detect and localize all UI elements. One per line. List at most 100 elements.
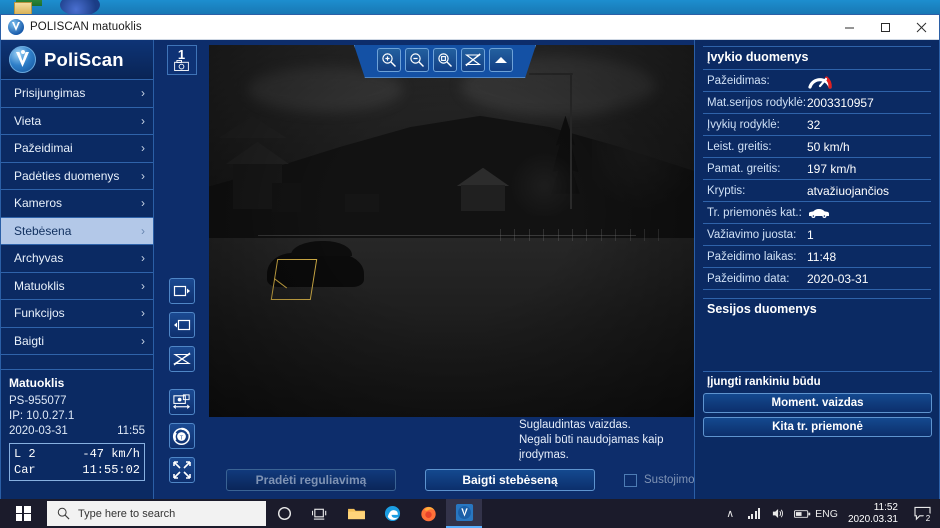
taskbar-clock[interactable]: 11:52 2020.03.31	[840, 502, 906, 526]
fullscreen-icon[interactable]	[168, 457, 195, 483]
sidebar-item-label: Funkcijos	[14, 306, 65, 321]
device-ip: IP: 10.0.27.1	[9, 410, 75, 422]
sidebar-item-baigti[interactable]: Baigti ›	[1, 327, 153, 355]
readout-speed: -47 km/h	[82, 447, 140, 461]
windows-logo-icon	[15, 506, 31, 521]
sidebar-item-label: Vieta	[14, 113, 42, 128]
zoom-out-icon[interactable]	[405, 48, 429, 72]
next-vehicle-button[interactable]: Kita tr. priemonė	[703, 417, 932, 437]
event-label: Leist. greitis:	[707, 140, 772, 153]
search-icon	[57, 507, 70, 520]
maximize-button[interactable]	[867, 15, 903, 40]
desktop-background	[0, 0, 940, 14]
window-controls	[831, 15, 939, 40]
clock-time: 11:52	[873, 501, 898, 513]
snapshot-button[interactable]: Moment. vaizdas	[703, 393, 932, 413]
sidebar-item-matuoklis[interactable]: Matuoklis ›	[1, 272, 153, 300]
battery-icon[interactable]	[791, 499, 813, 528]
event-label: Pamat. greitis:	[707, 162, 781, 175]
sidebar-item-padeties-duomenys[interactable]: Padėties duomenys ›	[1, 162, 153, 190]
panel-right-icon[interactable]	[168, 278, 195, 304]
tray-expand-chevron-icon[interactable]: ∧	[719, 499, 741, 528]
panel-left-icon[interactable]	[168, 312, 195, 338]
event-row-speed-limit: Leist. greitis: 50 km/h	[703, 136, 931, 158]
device-time: 11:55	[117, 425, 145, 437]
camera-number-label: 1	[177, 47, 186, 62]
event-row-violation: Pažeidimas:	[703, 70, 931, 92]
language-indicator[interactable]: ENG	[815, 499, 838, 528]
volume-icon[interactable]	[767, 499, 789, 528]
collapse-toolbar-icon[interactable]	[489, 48, 513, 72]
sidebar-item-label: Baigti	[14, 333, 45, 348]
firefox-browser-icon[interactable]	[410, 499, 446, 528]
sidebar-item-funkcijos[interactable]: Funkcijos ›	[1, 300, 153, 328]
sidebar-item-archyvas[interactable]: Archyvas ›	[1, 245, 153, 273]
event-row-vehicle-category: Tr. priemonės kat.:	[703, 202, 931, 224]
device-id: PS-955077	[9, 395, 67, 407]
device-date: 2020-03-31	[9, 425, 68, 437]
sidebar: PoliScan Prisijungimas › Vieta › Pažeidi…	[1, 40, 154, 499]
warning-line-1: Suglaudintas vaizdas.	[519, 419, 631, 431]
evidence-photo[interactable]	[209, 45, 694, 417]
chevron-right-icon: ›	[141, 251, 145, 266]
file-explorer-icon[interactable]	[338, 499, 374, 528]
window-title: POLISCAN matuoklis	[30, 21, 142, 33]
sidebar-item-pazeidimai[interactable]: Pažeidimai ›	[1, 135, 153, 163]
event-label: Tr. priemonės kat.:	[707, 206, 802, 219]
event-row-measured-speed: Pamat. greitis: 197 km/h	[703, 158, 931, 180]
last-measurement-readout: L 2 -47 km/h Car 11:55:02	[9, 443, 145, 481]
event-label: Pažeidimo data:	[707, 272, 790, 285]
sidebar-item-prisijungimas[interactable]: Prisijungimas ›	[1, 80, 153, 108]
sidebar-item-stebesena[interactable]: Stebėsena ›	[1, 217, 153, 245]
brand-name: PoliScan	[44, 48, 124, 70]
event-value: 32	[807, 117, 821, 132]
notification-center-button[interactable]: 2	[908, 499, 936, 528]
chevron-right-icon: ›	[141, 168, 145, 183]
event-label: Važiavimo juosta:	[707, 228, 797, 241]
system-tray: ∧ ENG 11:52 2020.03.31 2	[719, 499, 940, 528]
event-row-lane: Važiavimo juosta: 1	[703, 224, 931, 246]
event-row-series-index: Mat.serijos rodyklė: 2003310957	[703, 92, 931, 114]
camera-selector-1[interactable]: 1	[166, 45, 197, 75]
brand-header: PoliScan	[1, 40, 153, 80]
photo-scene	[209, 45, 694, 417]
poliscan-taskbar-icon[interactable]	[446, 499, 482, 528]
close-button[interactable]	[903, 15, 939, 40]
image-pan-icon[interactable]	[168, 389, 195, 415]
chevron-right-icon: ›	[141, 196, 145, 211]
event-value: 2003310957	[807, 95, 874, 110]
manual-trigger-title: Įjungti rankiniu būdu	[707, 376, 821, 388]
minimize-button[interactable]	[831, 15, 867, 40]
hide-overlay-icon[interactable]	[461, 48, 485, 72]
desktop-icon[interactable]	[14, 2, 32, 14]
sidebar-item-kameros[interactable]: Kameros ›	[1, 190, 153, 218]
clock-date: 2020.03.31	[847, 513, 898, 525]
edge-browser-icon[interactable]	[374, 499, 410, 528]
sidebar-item-label: Matuoklis	[14, 278, 65, 293]
sidebar-item-label: Padėties duomenys	[14, 168, 120, 183]
event-value: 2020-03-31	[807, 271, 869, 286]
sidebar-item-vieta[interactable]: Vieta ›	[1, 107, 153, 135]
aperture-refresh-icon[interactable]: T	[168, 423, 195, 449]
no-overlay-icon[interactable]	[168, 346, 195, 372]
device-datetime: 2020-03-31 11:55	[9, 425, 145, 437]
zoom-in-icon[interactable]	[377, 48, 401, 72]
event-row-direction: Kryptis: atvažiuojančios	[703, 180, 931, 202]
zoom-fit-icon[interactable]	[433, 48, 457, 72]
task-view-icon[interactable]	[302, 499, 338, 528]
event-label: Kryptis:	[707, 184, 746, 197]
event-data-panel: Įvykio duomenys Pažeidimas: Mat.serijos …	[694, 40, 939, 499]
readout-timestamp: 11:55:02	[82, 463, 140, 477]
event-value: atvažiuojančios	[807, 183, 890, 198]
image-tool-rail: 1 T	[154, 40, 209, 499]
search-input[interactable]: Type here to search	[47, 501, 266, 526]
cortana-icon[interactable]	[266, 499, 302, 528]
start-button[interactable]	[0, 499, 46, 528]
camera-icon	[174, 60, 189, 71]
start-regulation-button[interactable]: Pradėti reguliavimą	[226, 469, 396, 491]
svg-text:T: T	[180, 435, 184, 441]
stop-monitoring-button[interactable]: Baigti stebėseną	[425, 469, 595, 491]
event-label: Mat.serijos rodyklė:	[707, 96, 807, 109]
stop-mode-checkbox[interactable]	[624, 473, 637, 487]
network-signal-icon[interactable]	[743, 499, 765, 528]
